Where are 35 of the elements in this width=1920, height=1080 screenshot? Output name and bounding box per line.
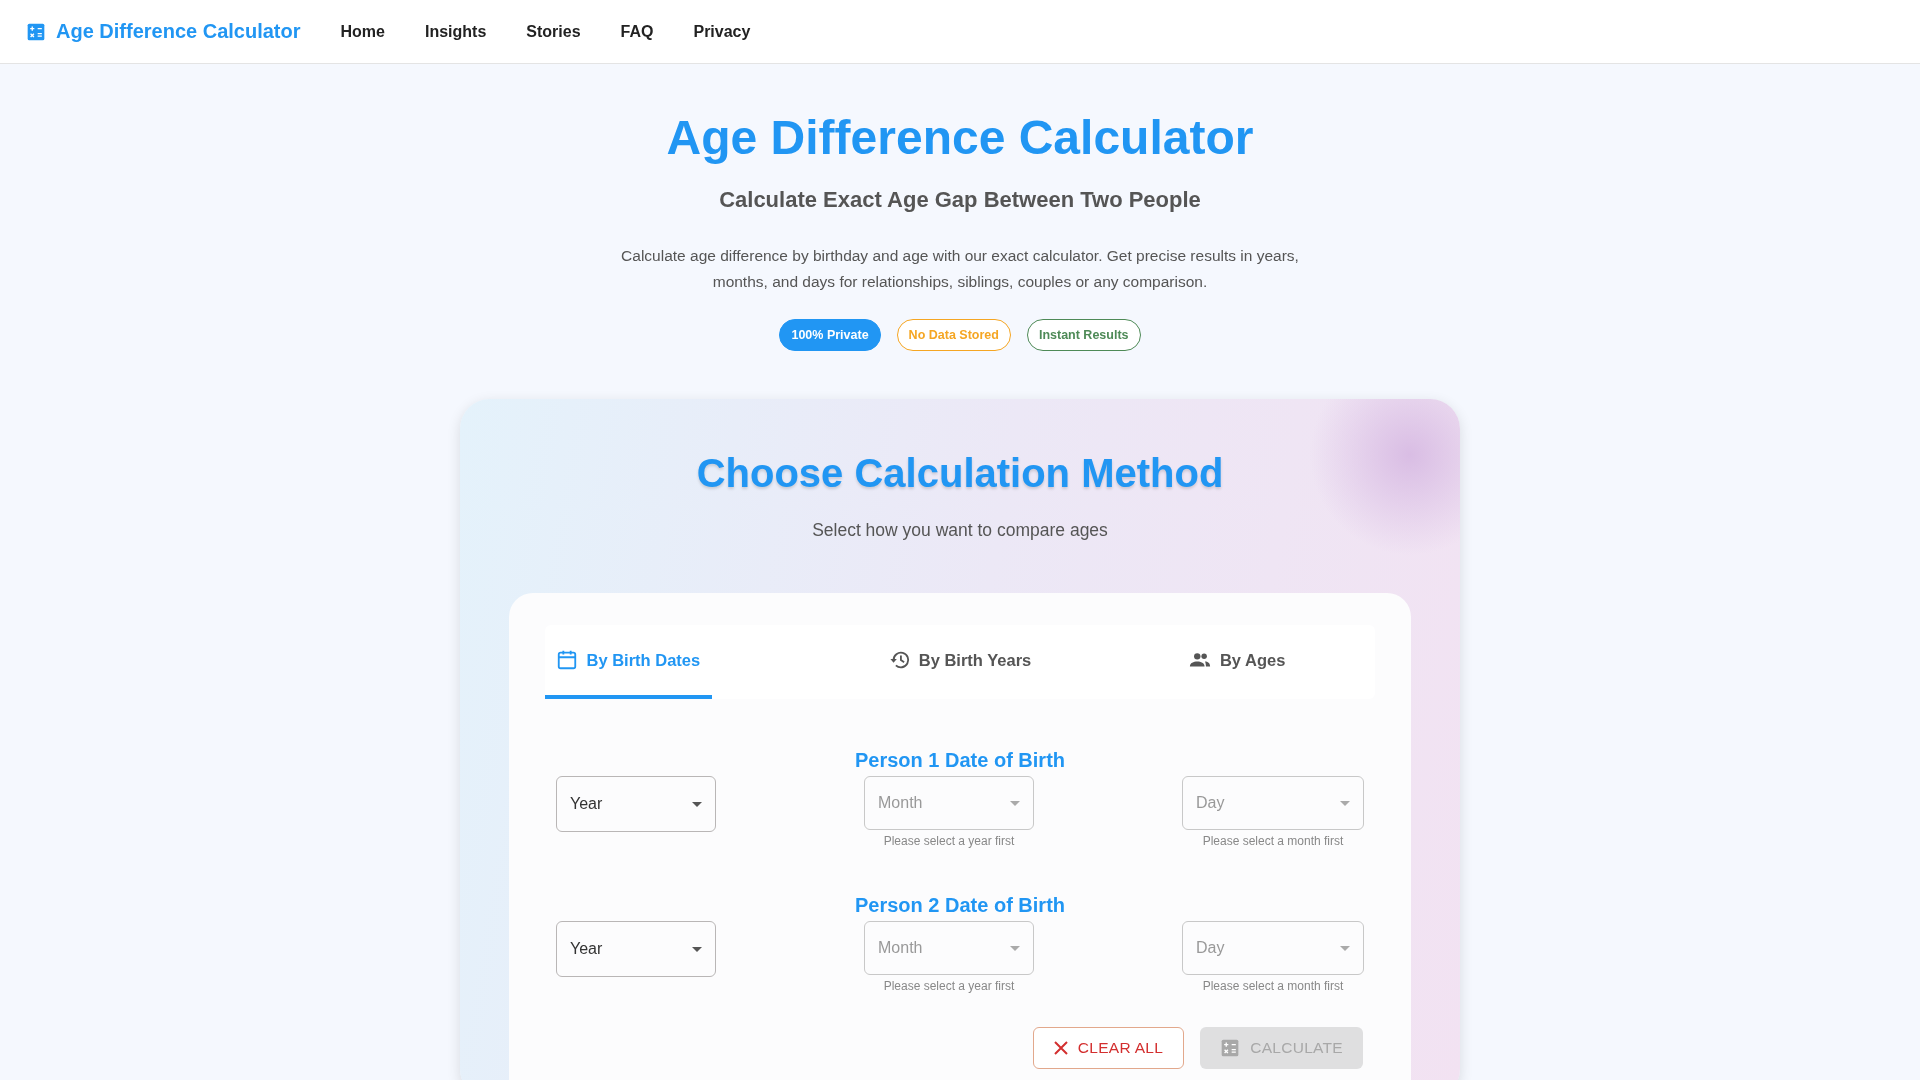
dropdown-field[interactable]: Year	[556, 921, 716, 977]
page-subtitle: Calculate Exact Age Gap Between Two People	[719, 187, 1201, 213]
history-clock-icon	[888, 649, 911, 671]
nav-link[interactable]: Home	[324, 16, 401, 47]
calendar-icon	[556, 649, 579, 671]
nav-link[interactable]: FAQ	[604, 16, 670, 47]
section-title: Choose Calculation Method	[696, 451, 1224, 496]
intro-paragraph: Calculate age difference by birthday and age with our exact calculator. Get precise results in years, months, and days for relationships, siblings, couples or any comparison.	[620, 246, 1300, 292]
caret-icon	[1340, 800, 1350, 806]
caret-icon	[1010, 800, 1020, 806]
close-icon	[1053, 1041, 1068, 1055]
helper-text: Please select a year first	[883, 979, 1015, 993]
feature-badge: 100% Private	[779, 319, 881, 351]
method-tab[interactable]: By Birth Years	[821, 625, 1099, 699]
page-title: Age Difference Calculator	[666, 110, 1254, 165]
caret-icon	[1010, 945, 1020, 951]
caret-icon	[1340, 945, 1350, 951]
feature-badge: Instant Results	[1026, 319, 1141, 351]
method-tab[interactable]: By Ages	[1098, 625, 1375, 699]
helper-text: Please select a year first	[883, 834, 1015, 848]
nav-link[interactable]: Privacy	[677, 16, 767, 47]
feature-badge: No Data Stored	[896, 319, 1011, 351]
caret-icon	[692, 801, 702, 807]
nav-link[interactable]: Stories	[510, 16, 597, 47]
person-heading: Person 1 Date of Birth	[854, 749, 1065, 772]
clear-all-button[interactable]: CLEAR ALL	[1032, 1027, 1185, 1069]
calculator-icon	[1220, 1038, 1241, 1058]
helper-text: Please select a month first	[1202, 979, 1344, 993]
person-heading: Person 2 Date of Birth	[854, 894, 1065, 917]
section-subtitle: Select how you want to compare ages	[812, 520, 1108, 541]
nav-link[interactable]: Insights	[408, 16, 503, 47]
dropdown-field[interactable]: Year	[556, 776, 716, 832]
helper-text: Please select a month first	[1202, 834, 1344, 848]
calculator-icon	[26, 21, 46, 42]
caret-icon	[692, 946, 702, 952]
